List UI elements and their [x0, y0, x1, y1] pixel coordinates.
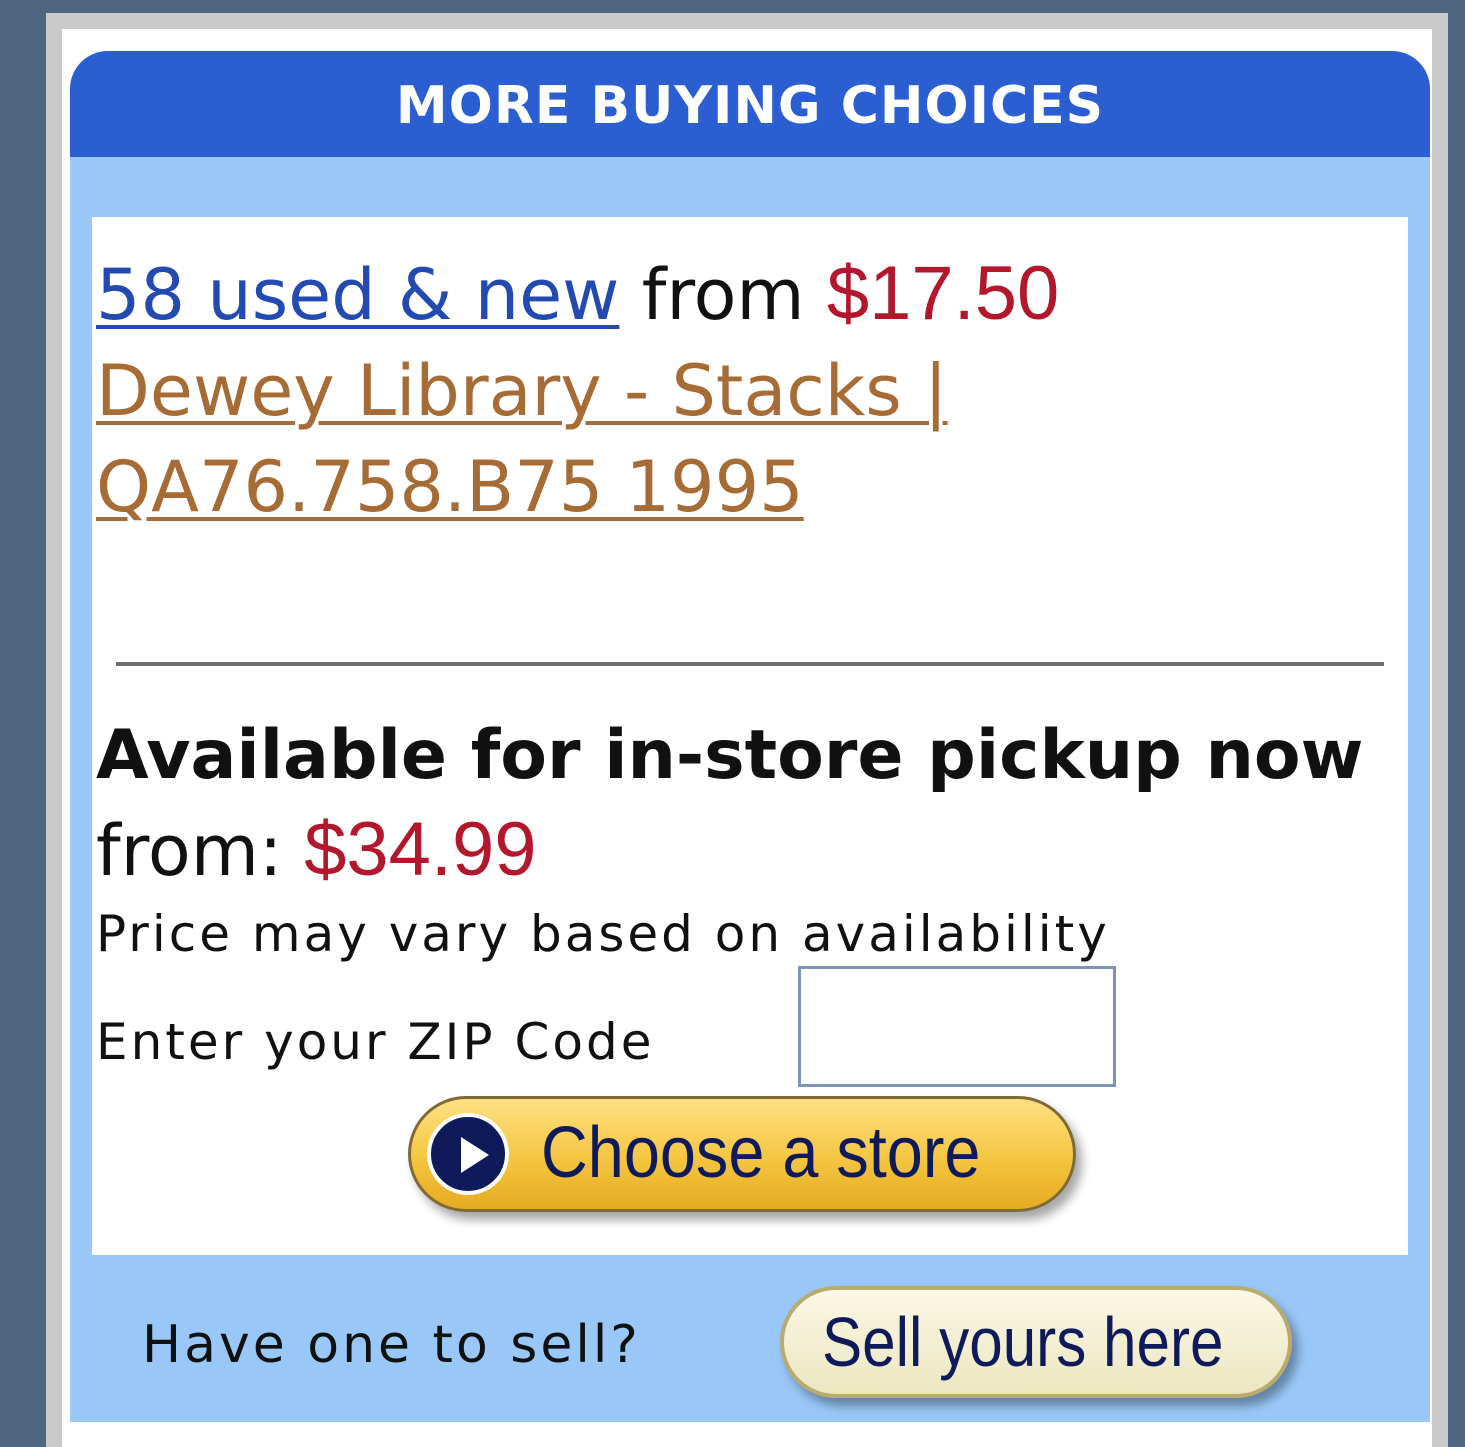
pickup-heading: Available for in-store pickup now	[96, 716, 1364, 795]
choose-store-button[interactable]: Choose a store	[408, 1096, 1076, 1212]
sell-yours-label: Sell yours here	[822, 1303, 1224, 1381]
panel-title: MORE BUYING CHOICES	[70, 51, 1430, 157]
zip-code-label: Enter your ZIP Code	[96, 1013, 655, 1071]
pickup-price: $34.99	[304, 807, 537, 892]
library-location-link[interactable]: Dewey Library - Stacks | QA76.758.B75 19…	[96, 343, 1386, 535]
zip-code-input[interactable]	[798, 966, 1116, 1087]
from-label: from	[641, 254, 805, 336]
used-new-price: $17.50	[826, 251, 1060, 336]
more-buying-choices-panel: MORE BUYING CHOICES 58 used & new from $…	[70, 51, 1430, 1422]
choose-store-label: Choose a store	[541, 1113, 981, 1193]
pickup-from-label: from:	[96, 810, 283, 892]
offers-row: 58 used & new from $17.50	[96, 246, 1059, 343]
play-circle-icon	[427, 1113, 509, 1195]
pickup-availability: Available for in-store pickup now from: …	[96, 709, 1396, 900]
price-note: Price may vary based on availability	[96, 905, 1110, 963]
used-new-offers-link[interactable]: 58 used & new	[96, 254, 619, 336]
sell-yours-button[interactable]: Sell yours here	[780, 1286, 1292, 1398]
sell-prompt: Have one to sell?	[142, 1315, 641, 1375]
section-divider	[116, 662, 1384, 666]
